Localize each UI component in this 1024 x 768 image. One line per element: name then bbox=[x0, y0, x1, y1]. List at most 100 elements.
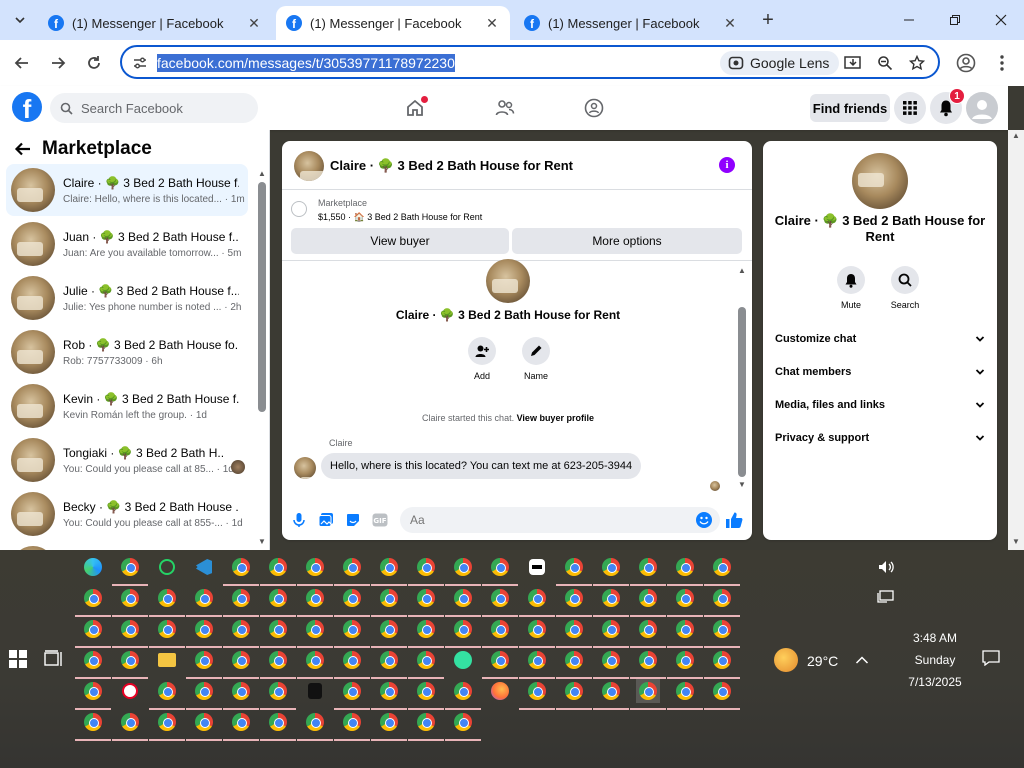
info-icon[interactable]: i bbox=[719, 157, 735, 173]
chrome-taskbar-icon[interactable] bbox=[445, 617, 481, 648]
chrome-taskbar-icon[interactable] bbox=[334, 710, 370, 741]
chrome-taskbar-icon[interactable] bbox=[112, 617, 148, 648]
scroll-down-button[interactable]: ▼ bbox=[1011, 536, 1021, 546]
chrome-taskbar-icon[interactable] bbox=[408, 679, 444, 710]
chrome-taskbar-icon[interactable] bbox=[260, 586, 296, 617]
chrome-taskbar-icon[interactable] bbox=[75, 617, 111, 648]
chrome-taskbar-icon[interactable] bbox=[630, 648, 666, 679]
network-icon[interactable] bbox=[876, 588, 896, 606]
photo-icon[interactable] bbox=[317, 511, 335, 529]
forward-button[interactable] bbox=[44, 49, 72, 77]
listing-thumbnail[interactable] bbox=[291, 201, 307, 217]
chrome-taskbar-icon[interactable] bbox=[630, 555, 666, 586]
chrome-taskbar-icon[interactable] bbox=[556, 617, 592, 648]
chrome-taskbar-icon[interactable] bbox=[445, 710, 481, 741]
facebook-search-input[interactable]: Search Facebook bbox=[50, 93, 258, 123]
nav-friends[interactable] bbox=[493, 96, 517, 120]
avatar[interactable] bbox=[852, 153, 908, 209]
chrome-taskbar-icon[interactable] bbox=[593, 648, 629, 679]
chrome-taskbar-icon[interactable] bbox=[371, 648, 407, 679]
chrome-taskbar-icon[interactable] bbox=[667, 586, 703, 617]
chrome-taskbar-icon[interactable] bbox=[371, 710, 407, 741]
volume-icon[interactable] bbox=[876, 558, 896, 576]
add-people-button[interactable]: Add bbox=[462, 337, 502, 381]
restore-button[interactable] bbox=[932, 0, 978, 40]
pinterest-taskbar-icon[interactable] bbox=[118, 679, 142, 703]
listing-price[interactable]: $1,550 · 🏠 3 Bed 2 Bath House for Rent bbox=[318, 212, 482, 223]
chrome-taskbar-icon[interactable] bbox=[593, 679, 629, 710]
chrome-taskbar-icon[interactable] bbox=[482, 586, 518, 617]
chrome-taskbar-icon[interactable] bbox=[75, 679, 111, 710]
new-tab-button[interactable]: + bbox=[756, 8, 780, 32]
chrome-taskbar-icon[interactable] bbox=[75, 710, 111, 741]
browser-menu-button[interactable] bbox=[990, 51, 1014, 75]
back-button[interactable] bbox=[14, 140, 34, 160]
microphone-icon[interactable] bbox=[290, 511, 308, 529]
chrome-taskbar-icon[interactable] bbox=[667, 648, 703, 679]
chrome-taskbar-icon[interactable] bbox=[593, 586, 629, 617]
chrome-taskbar-icon[interactable] bbox=[149, 679, 185, 710]
view-buyer-profile-link[interactable]: View buyer profile bbox=[517, 413, 594, 423]
url-text[interactable]: facebook.com/messages/t/3053977117897223… bbox=[157, 54, 455, 72]
chrome-taskbar-icon[interactable] bbox=[556, 555, 592, 586]
conversation-item[interactable] bbox=[6, 542, 248, 550]
chrome-taskbar-icon[interactable] bbox=[112, 555, 148, 586]
site-info-icon[interactable] bbox=[130, 53, 150, 73]
browser-tab[interactable]: f (1) Messenger | Facebook ✕ bbox=[514, 6, 748, 40]
chrome-taskbar-icon[interactable] bbox=[186, 648, 222, 679]
chrome-taskbar-icon[interactable] bbox=[556, 679, 592, 710]
nav-groups[interactable] bbox=[582, 96, 606, 120]
scroll-up-button[interactable]: ▲ bbox=[737, 265, 747, 275]
chrome-taskbar-icon[interactable] bbox=[223, 555, 259, 586]
conversation-item[interactable]: Claire · 🌳 3 Bed 2 Bath House f... Clair… bbox=[6, 164, 248, 216]
chat-members-row[interactable]: Chat members bbox=[775, 362, 985, 382]
conversation-item[interactable]: Rob · 🌳 3 Bed 2 Bath House fo... Rob: 77… bbox=[6, 326, 248, 378]
close-icon[interactable]: ✕ bbox=[484, 15, 500, 32]
conversation-item[interactable]: Kevin · 🌳 3 Bed 2 Bath House f... Kevin … bbox=[6, 380, 248, 432]
chrome-taskbar-icon[interactable] bbox=[371, 586, 407, 617]
gif-icon[interactable]: GIF bbox=[371, 511, 389, 529]
chrome-taskbar-icon[interactable] bbox=[630, 586, 666, 617]
chrome-taskbar-icon[interactable] bbox=[371, 679, 407, 710]
app-dark-taskbar-icon[interactable] bbox=[303, 679, 327, 703]
notification-center-button[interactable] bbox=[982, 650, 1000, 667]
chrome-taskbar-icon[interactable] bbox=[519, 586, 555, 617]
chrome-taskbar-icon[interactable] bbox=[297, 586, 333, 617]
conversation-scrollbar[interactable] bbox=[738, 307, 746, 477]
chrome-taskbar-icon[interactable] bbox=[223, 617, 259, 648]
chrome-taskbar-icon[interactable] bbox=[371, 555, 407, 586]
chrome-taskbar-icon[interactable] bbox=[704, 617, 740, 648]
tripadvisor-taskbar-icon[interactable] bbox=[451, 648, 475, 672]
sticker-icon[interactable] bbox=[344, 511, 362, 529]
address-bar[interactable]: facebook.com/messages/t/3053977117897223… bbox=[120, 45, 940, 79]
chrome-taskbar-icon[interactable] bbox=[704, 555, 740, 586]
avatar[interactable] bbox=[294, 457, 316, 479]
windows-start-button[interactable] bbox=[9, 650, 27, 668]
firefox-taskbar-icon[interactable] bbox=[488, 679, 512, 703]
chrome-taskbar-icon[interactable] bbox=[260, 617, 296, 648]
chrome-taskbar-icon[interactable] bbox=[667, 617, 703, 648]
chrome-taskbar-icon[interactable] bbox=[223, 679, 259, 710]
name-chat-button[interactable]: Name bbox=[516, 337, 556, 381]
facebook-logo-icon[interactable]: f bbox=[12, 92, 42, 122]
chrome-taskbar-icon[interactable] bbox=[704, 648, 740, 679]
avatar[interactable] bbox=[294, 151, 324, 181]
chrome-taskbar-icon[interactable] bbox=[593, 617, 629, 648]
search-in-conversation-button[interactable]: Search bbox=[885, 266, 925, 310]
chrome-taskbar-icon[interactable] bbox=[260, 679, 296, 710]
browser-tab[interactable]: f (1) Messenger | Facebook ✕ bbox=[38, 6, 272, 40]
thumbs-up-icon[interactable] bbox=[725, 511, 743, 529]
chrome-taskbar-icon[interactable] bbox=[260, 648, 296, 679]
scroll-down-button[interactable]: ▼ bbox=[257, 536, 267, 546]
show-hidden-icons-button[interactable] bbox=[852, 651, 872, 669]
task-view-button[interactable] bbox=[44, 650, 64, 668]
clock-day[interactable]: Sunday bbox=[890, 653, 980, 667]
view-buyer-button[interactable]: View buyer bbox=[291, 228, 509, 254]
chrome-taskbar-icon[interactable] bbox=[408, 710, 444, 741]
chrome-taskbar-icon[interactable] bbox=[519, 679, 555, 710]
chrome-taskbar-icon[interactable] bbox=[482, 555, 518, 586]
bookmark-button[interactable] bbox=[906, 52, 928, 74]
temperature-text[interactable]: 29°C bbox=[807, 653, 838, 669]
chrome-taskbar-icon[interactable] bbox=[223, 648, 259, 679]
chrome-taskbar-icon[interactable] bbox=[75, 648, 111, 679]
